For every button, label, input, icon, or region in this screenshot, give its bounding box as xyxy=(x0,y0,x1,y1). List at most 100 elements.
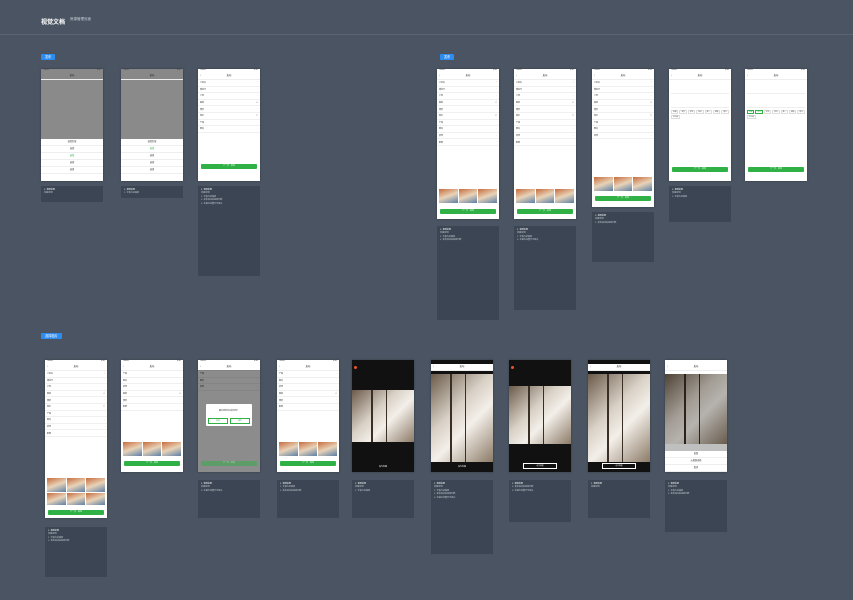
description-textarea[interactable] xyxy=(671,95,729,108)
picker-item[interactable]: 选择 xyxy=(41,167,103,174)
form-row: 朝向 › xyxy=(592,126,654,133)
back-icon[interactable]: ‹ xyxy=(200,364,201,368)
annotation-note: 1. 规则说明 页面说明： 1. 字段为必填项 2. 发布成功后返回列表 3. 未填写… xyxy=(198,186,260,276)
dialog-ok-button[interactable]: 确定 xyxy=(230,418,250,424)
picker-item[interactable]: 选择 xyxy=(41,146,103,153)
picker-item-selected[interactable]: 选择 xyxy=(121,146,183,153)
tag-chip[interactable]: 南北 xyxy=(721,110,729,114)
picker-item[interactable]: 选择区域 xyxy=(41,139,103,146)
tag-chip[interactable]: 学区 xyxy=(687,110,696,114)
back-icon[interactable]: ‹ xyxy=(671,73,672,77)
room-photo xyxy=(431,374,493,462)
form-row: 楼层 › xyxy=(45,397,107,404)
back-icon[interactable]: ‹ xyxy=(667,364,668,368)
publish-button[interactable]: 下一步 · 发布 xyxy=(440,209,496,214)
phone-frame-12: Carrier 9:41 ‹ 发布 产权 › 朝向 › 装修 › 面积㎡ 楼层 › 配套 › … xyxy=(277,360,339,472)
publish-button[interactable]: 下一步 · 发布 xyxy=(124,461,180,466)
photo-thumbnails[interactable] xyxy=(594,177,653,191)
form-row: 楼栋号 › xyxy=(437,87,499,94)
back-icon[interactable]: ‹ xyxy=(279,364,280,368)
tag-chip[interactable]: 满五 xyxy=(696,110,704,114)
publish-button[interactable]: 下一步 · 发布 xyxy=(280,461,336,466)
close-icon[interactable] xyxy=(511,366,514,369)
publish-button[interactable]: 下一步 · 发布 xyxy=(672,167,728,172)
back-icon[interactable]: ‹ xyxy=(433,364,434,368)
photo-thumbnails[interactable] xyxy=(123,442,182,456)
back-icon[interactable]: ‹ xyxy=(200,73,201,77)
tag-chip-selected[interactable]: 电梯 xyxy=(747,110,755,114)
picker-item[interactable]: 选择区域 xyxy=(121,139,183,146)
back-icon[interactable]: ‹ xyxy=(47,364,48,368)
description-textarea[interactable] xyxy=(747,95,805,108)
dialog-message: 确定放弃本次发布吗？ xyxy=(218,410,239,412)
tag-chip[interactable]: 满五 xyxy=(772,110,780,114)
description-textarea[interactable] xyxy=(747,81,805,94)
sheet-cancel[interactable]: 取消 xyxy=(665,465,727,472)
tag-chip[interactable]: 近公园 xyxy=(671,115,681,119)
picker-item[interactable]: 选择 xyxy=(121,160,183,167)
back-icon[interactable]: ‹ xyxy=(43,73,44,77)
back-icon[interactable]: ‹ xyxy=(594,73,595,77)
description-textarea[interactable] xyxy=(671,81,729,94)
annotation-note: 1. 规则说明 2. 发布成功后返回列表 3. 未填写完整不可提交 xyxy=(509,480,571,522)
top-header: 视觉文档 房源管理页面 xyxy=(0,0,853,35)
annotation-note: 1. 规则说明 1. 字段为必填项 xyxy=(121,186,183,198)
picker-sheet: 选择区域 选择 选择 选择 选择 xyxy=(121,139,183,181)
tag-chip[interactable]: 南北 xyxy=(797,110,805,114)
section-tag-pictures: 选择图片 xyxy=(41,333,62,339)
back-icon[interactable]: ‹ xyxy=(747,73,748,77)
photo-thumbnails[interactable] xyxy=(47,493,106,505)
form-row: 楼栋号 › xyxy=(198,87,260,94)
photo-thumbnails[interactable] xyxy=(516,189,575,203)
phone-frame-1: Carrier 9:41 ‹ 发布 选择区域 选择 选择 选择 选择 xyxy=(41,69,103,181)
photo-thumbnails[interactable] xyxy=(439,189,498,203)
back-icon[interactable]: ‹ xyxy=(516,73,517,77)
back-icon[interactable]: ‹ xyxy=(123,73,124,77)
photo-thumbnails[interactable] xyxy=(47,478,106,492)
form-row: 装修 › xyxy=(514,133,576,140)
tag-chip-selected[interactable]: 地铁 xyxy=(755,110,763,114)
form-row: 楼层 › xyxy=(437,106,499,113)
form-row: 户型 › xyxy=(198,93,260,100)
form-row: 产权 › xyxy=(277,371,339,378)
nav-bar: ‹ 发布 xyxy=(121,73,183,80)
form-row: 面积㎡ xyxy=(121,391,183,398)
form-row: 售价万 xyxy=(198,113,260,120)
tag-chip[interactable]: 唯一 xyxy=(704,110,712,114)
tag-chip[interactable]: 学区 xyxy=(763,110,772,114)
publish-button[interactable]: 下一步 · 发布 xyxy=(201,461,257,466)
phone-frame-13: 设为封面 xyxy=(352,360,414,472)
annotation-note: 1. 规则说明 页面说明： 1. 字段为必填项 2. 发布成功后返回列表 xyxy=(437,226,499,320)
publish-button[interactable]: 下一步 · 发布 xyxy=(201,164,257,169)
picker-item[interactable]: 选择 xyxy=(121,167,183,174)
form-row: 小区名 * xyxy=(45,371,107,378)
photo-caption[interactable]: 设为封面 xyxy=(431,465,493,468)
sheet-album[interactable]: 从相册选择 xyxy=(665,458,727,465)
tag-chip[interactable]: 地铁 xyxy=(679,110,687,114)
publish-button[interactable]: 下一步 · 发布 xyxy=(748,167,804,172)
set-cover-button[interactable]: 设为封面 xyxy=(523,463,557,469)
back-icon[interactable]: ‹ xyxy=(439,73,440,77)
publish-button[interactable]: 下一步 · 发布 xyxy=(595,196,651,201)
form-row: 配套 › xyxy=(437,139,499,146)
picker-item-selected[interactable]: 选择 xyxy=(41,153,103,160)
tag-chip[interactable]: 唯一 xyxy=(780,110,788,114)
tag-chip[interactable]: 近公园 xyxy=(747,115,757,119)
sheet-take-photo[interactable]: 拍照 xyxy=(665,451,727,458)
picker-item[interactable]: 选择 xyxy=(121,153,183,160)
dialog-cancel-button[interactable]: 取消 xyxy=(208,418,228,424)
tag-chip[interactable]: 电梯 xyxy=(671,110,679,114)
back-icon[interactable]: ‹ xyxy=(590,364,591,368)
form-row: 朝向 › xyxy=(198,126,260,133)
back-icon[interactable]: ‹ xyxy=(123,364,124,368)
picker-item[interactable]: 选择 xyxy=(41,160,103,167)
tag-chip[interactable]: 精装 xyxy=(788,110,797,114)
photo-thumbnails[interactable] xyxy=(279,442,338,456)
set-cover-button[interactable]: 设为封面 xyxy=(602,463,636,469)
publish-button[interactable]: 下一步 · 发布 xyxy=(517,209,573,214)
photo-caption[interactable]: 设为封面 xyxy=(352,465,414,468)
close-icon[interactable] xyxy=(354,366,357,369)
publish-button[interactable]: 下一步 · 发布 xyxy=(48,510,104,515)
confirm-dialog: 确定放弃本次发布吗？ 取消 确定 xyxy=(206,404,252,426)
tag-chip[interactable]: 精装 xyxy=(712,110,721,114)
